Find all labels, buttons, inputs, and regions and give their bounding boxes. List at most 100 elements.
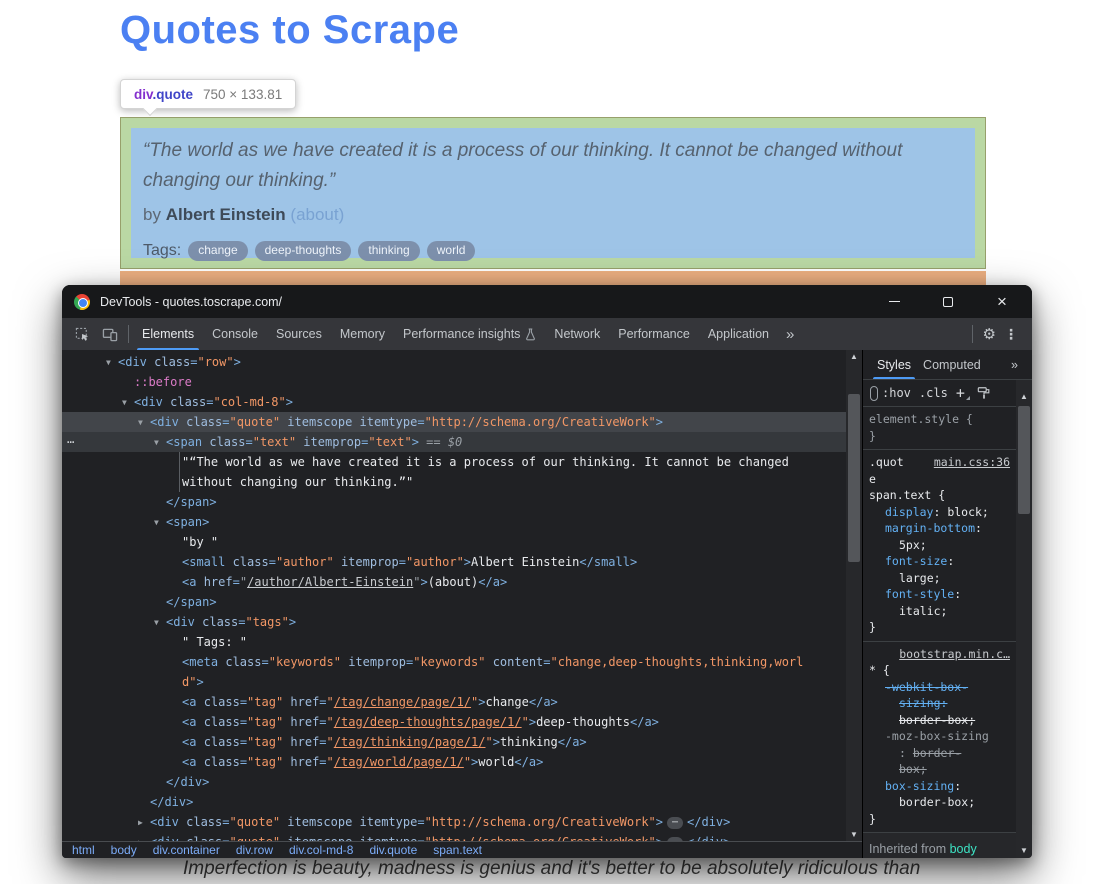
tree-row[interactable]: ▼<div class="col-md-8"> bbox=[62, 392, 846, 412]
tag-pill[interactable]: thinking bbox=[358, 241, 419, 261]
tree-row[interactable]: ::before bbox=[62, 372, 846, 392]
devtools-menu-button[interactable]: ⋮ bbox=[1002, 318, 1026, 350]
style-line[interactable]: border-box; bbox=[869, 712, 1010, 729]
tree-row[interactable]: </div> bbox=[62, 772, 846, 792]
tree-row[interactable]: </span> bbox=[62, 492, 846, 512]
style-line[interactable]: * { bbox=[869, 662, 1010, 679]
tree-row[interactable]: <a class="tag" href="/tag/deep-thoughts/… bbox=[62, 712, 846, 732]
style-line[interactable]: main.css:36.quot bbox=[869, 454, 1010, 471]
expand-arrow-icon[interactable]: ▶ bbox=[138, 833, 150, 841]
tree-row[interactable]: <a class="tag" href="/tag/world/page/1/"… bbox=[62, 752, 846, 772]
inherited-body-link[interactable]: body bbox=[950, 842, 977, 856]
tab-console[interactable]: Console bbox=[203, 318, 267, 350]
style-line[interactable]: } bbox=[869, 428, 1010, 445]
tree-row[interactable]: ▶<div class="quote" itemscope itemtype="… bbox=[62, 832, 846, 841]
style-line[interactable]: : border- bbox=[869, 745, 1010, 762]
new-style-rule-button[interactable]: + bbox=[956, 385, 969, 402]
style-line[interactable]: } bbox=[869, 619, 1010, 636]
styles-scrollbar[interactable]: ▲ ▼ bbox=[1016, 380, 1032, 858]
tree-row[interactable]: </span> bbox=[62, 592, 846, 612]
tree-row[interactable]: ▼<span> bbox=[62, 512, 846, 532]
tree-row[interactable]: ▼<div class="quote" itemscope itemtype="… bbox=[62, 412, 846, 432]
tree-row[interactable]: <small class="author" itemprop="author">… bbox=[62, 552, 846, 572]
style-line[interactable]: border-box; bbox=[869, 794, 1010, 811]
style-line[interactable]: display: block; bbox=[869, 504, 1010, 521]
breadcrumb-item[interactable]: body bbox=[111, 843, 137, 857]
scroll-up-icon[interactable]: ▲ bbox=[846, 352, 862, 361]
inspect-element-button[interactable] bbox=[68, 318, 96, 350]
breadcrumb-item[interactable]: html bbox=[72, 843, 95, 857]
style-line[interactable]: span.text { bbox=[869, 487, 1010, 504]
style-line[interactable]: margin-bottom: bbox=[869, 520, 1010, 537]
expand-arrow-icon[interactable]: ▶ bbox=[138, 813, 150, 833]
style-line[interactable]: large; bbox=[869, 570, 1010, 587]
style-line[interactable]: -moz-box-sizing bbox=[869, 728, 1010, 745]
toggle-element-state-button[interactable]: :hov bbox=[882, 385, 911, 402]
style-line[interactable]: box-sizing: bbox=[869, 778, 1010, 795]
expand-arrow-icon[interactable]: ▼ bbox=[138, 413, 150, 433]
tree-row[interactable]: <a href="/author/Albert-Einstein">(about… bbox=[62, 572, 846, 592]
style-line[interactable]: e bbox=[869, 471, 1010, 488]
breadcrumb-item[interactable]: div.row bbox=[236, 843, 273, 857]
tab-sources[interactable]: Sources bbox=[267, 318, 331, 350]
tag-pill[interactable]: deep-thoughts bbox=[255, 241, 352, 261]
style-line[interactable]: -webkit-box- bbox=[869, 679, 1010, 696]
tag-pill[interactable]: world bbox=[427, 241, 476, 261]
tab-application[interactable]: Application bbox=[699, 318, 778, 350]
tab-computed[interactable]: Computed bbox=[917, 350, 987, 379]
tag-pill[interactable]: change bbox=[188, 241, 247, 261]
style-line[interactable]: sizing: bbox=[869, 695, 1010, 712]
tab-styles[interactable]: Styles bbox=[871, 350, 917, 379]
tree-row[interactable]: ▼<div class="tags"> bbox=[62, 612, 846, 632]
devtools-titlebar[interactable]: DevTools - quotes.toscrape.com/ × bbox=[62, 285, 1032, 318]
style-line[interactable]: 5px; bbox=[869, 537, 1010, 554]
expand-arrow-icon[interactable]: ▼ bbox=[106, 353, 118, 373]
tab-memory[interactable]: Memory bbox=[331, 318, 394, 350]
tree-row[interactable]: "“The world as we have created it is a p… bbox=[62, 452, 846, 472]
expand-arrow-icon[interactable]: ▼ bbox=[154, 433, 166, 453]
style-line[interactable]: } bbox=[869, 811, 1010, 828]
page-title[interactable]: Quotes to Scrape bbox=[120, 8, 459, 53]
tree-row[interactable]: d"> bbox=[62, 672, 846, 692]
more-sidebar-tabs-button[interactable]: » bbox=[1005, 350, 1024, 379]
tree-row[interactable]: </div> bbox=[62, 792, 846, 812]
style-line[interactable]: font-style: bbox=[869, 586, 1010, 603]
breadcrumb-item[interactable]: div.col-md-8 bbox=[289, 843, 353, 857]
tree-row[interactable]: " Tags: " bbox=[62, 632, 846, 652]
tree-row[interactable]: ▼<div class="row"> bbox=[62, 352, 846, 372]
breadcrumb-item[interactable]: div.quote bbox=[369, 843, 417, 857]
tab-network[interactable]: Network bbox=[545, 318, 609, 350]
scrollbar-thumb[interactable] bbox=[848, 394, 860, 562]
tree-row[interactable]: without changing our thinking.”" bbox=[62, 472, 846, 492]
style-line[interactable]: font-size: bbox=[869, 553, 1010, 570]
expand-arrow-icon[interactable]: ▼ bbox=[154, 613, 166, 633]
about-link[interactable]: (about) bbox=[290, 205, 344, 224]
more-panels-button[interactable]: » bbox=[778, 318, 802, 350]
paint-roller-icon[interactable] bbox=[977, 386, 991, 400]
tree-row[interactable]: <a class="tag" href="/tag/change/page/1/… bbox=[62, 692, 846, 712]
style-line[interactable]: element.style { bbox=[869, 411, 1010, 428]
tree-row[interactable]: <meta class="keywords" itemprop="keyword… bbox=[62, 652, 846, 672]
element-classes-button[interactable]: .cls bbox=[919, 385, 948, 402]
expand-arrow-icon[interactable]: ▼ bbox=[154, 513, 166, 533]
style-line[interactable]: italic; bbox=[869, 603, 1010, 620]
node-menu-icon[interactable]: ⋯ bbox=[67, 432, 73, 452]
tab-performance-insights[interactable]: Performance insights bbox=[394, 318, 545, 350]
minimize-button[interactable] bbox=[876, 290, 912, 314]
tree-row[interactable]: ⋯▼<span class="text" itemprop="text"> ==… bbox=[62, 432, 846, 452]
tab-performance[interactable]: Performance bbox=[609, 318, 699, 350]
breadcrumb-item[interactable]: span.text bbox=[433, 843, 482, 857]
scrollbar-thumb[interactable] bbox=[1018, 406, 1030, 514]
maximize-button[interactable] bbox=[930, 290, 966, 314]
scroll-up-icon[interactable]: ▲ bbox=[1016, 392, 1032, 401]
tab-elements[interactable]: Elements bbox=[133, 318, 203, 350]
scroll-down-icon[interactable]: ▼ bbox=[846, 830, 862, 839]
tree-row[interactable]: <a class="tag" href="/tag/thinking/page/… bbox=[62, 732, 846, 752]
expand-arrow-icon[interactable]: ▼ bbox=[122, 393, 134, 413]
style-line[interactable]: bootstrap.min.c… bbox=[869, 646, 1010, 663]
settings-button[interactable]: ⚙ bbox=[977, 318, 1002, 350]
tree-row[interactable]: "by " bbox=[62, 532, 846, 552]
device-toolbar-button[interactable] bbox=[96, 318, 124, 350]
close-button[interactable]: × bbox=[984, 290, 1020, 314]
scroll-down-icon[interactable]: ▼ bbox=[1016, 846, 1032, 855]
